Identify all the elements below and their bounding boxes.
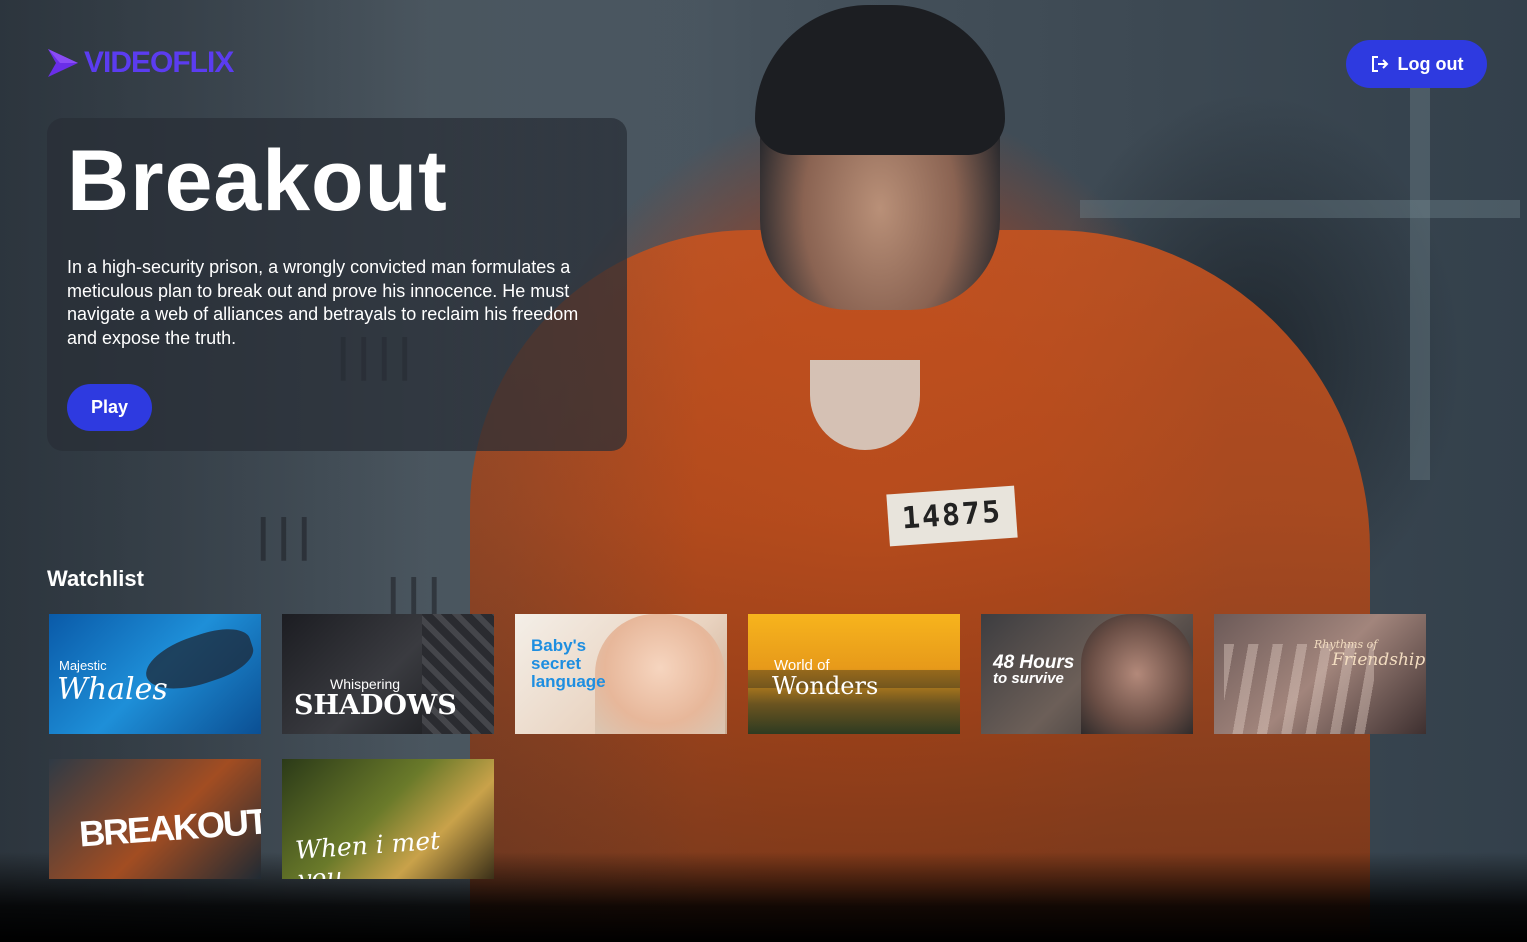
thumb-title-line2: to survive xyxy=(993,670,1064,687)
hero-description: In a high-security prison, a wrongly con… xyxy=(67,257,579,348)
thumb-title-line2: Wonders xyxy=(772,672,879,700)
watchlist-item-babys-secret-language[interactable]: Baby's secret language xyxy=(515,614,727,734)
watchlist-item-majestic-whales[interactable]: Majestic Whales xyxy=(49,614,261,734)
logo-chevron-icon xyxy=(48,49,78,77)
watchlist-item-whispering-shadows[interactable]: Whispering SHADOWS xyxy=(282,614,494,734)
watchlist-item-rhythms-of-friendship[interactable]: Rhythms of Friendship xyxy=(1214,614,1426,734)
watchlist-item-when-i-met-you[interactable]: When i met you xyxy=(282,759,494,879)
baby-face xyxy=(595,614,725,734)
prisoner-badge: 14875 xyxy=(886,485,1018,547)
prisoner-cap xyxy=(755,5,1005,155)
thumb-title-line2: Friendship xyxy=(1332,650,1426,670)
thumb-title-line2: Whales xyxy=(57,672,168,707)
play-button[interactable]: Play xyxy=(67,384,152,431)
window-bar xyxy=(1080,200,1520,218)
watchlist-heading: Watchlist xyxy=(47,566,144,591)
watchlist-item-48-hours-to-survive[interactable]: 48 Hours to survive xyxy=(981,614,1193,734)
hero-title: Breakout xyxy=(67,133,448,229)
thumb-title-line1: Baby's xyxy=(531,636,587,655)
brand-name: VIDEOFLIX xyxy=(84,46,234,79)
brand-logo[interactable]: VIDEOFLIX xyxy=(46,46,234,80)
thumb-title-line2: SHADOWS xyxy=(294,690,457,721)
thumb-title-line3: language xyxy=(531,672,606,691)
thumb-title-line1: When i met you xyxy=(294,825,442,879)
thumb-title-line1: BREAKOUT xyxy=(77,800,261,855)
thumb-title-line1: Majestic xyxy=(59,658,107,673)
logout-button[interactable]: Log out xyxy=(1346,40,1487,88)
thumb-title-line2: secret xyxy=(531,654,582,673)
watchlist-item-world-of-wonders[interactable]: World of Wonders xyxy=(748,614,960,734)
woman-face xyxy=(1081,614,1193,734)
logout-label: Log out xyxy=(1397,53,1464,74)
logout-icon xyxy=(1371,56,1388,72)
hero-info-card: Breakout In a high-security prison, a wr… xyxy=(47,118,627,451)
watchlist-item-breakout[interactable]: BREAKOUT xyxy=(49,759,261,879)
window-bar xyxy=(1410,60,1430,480)
